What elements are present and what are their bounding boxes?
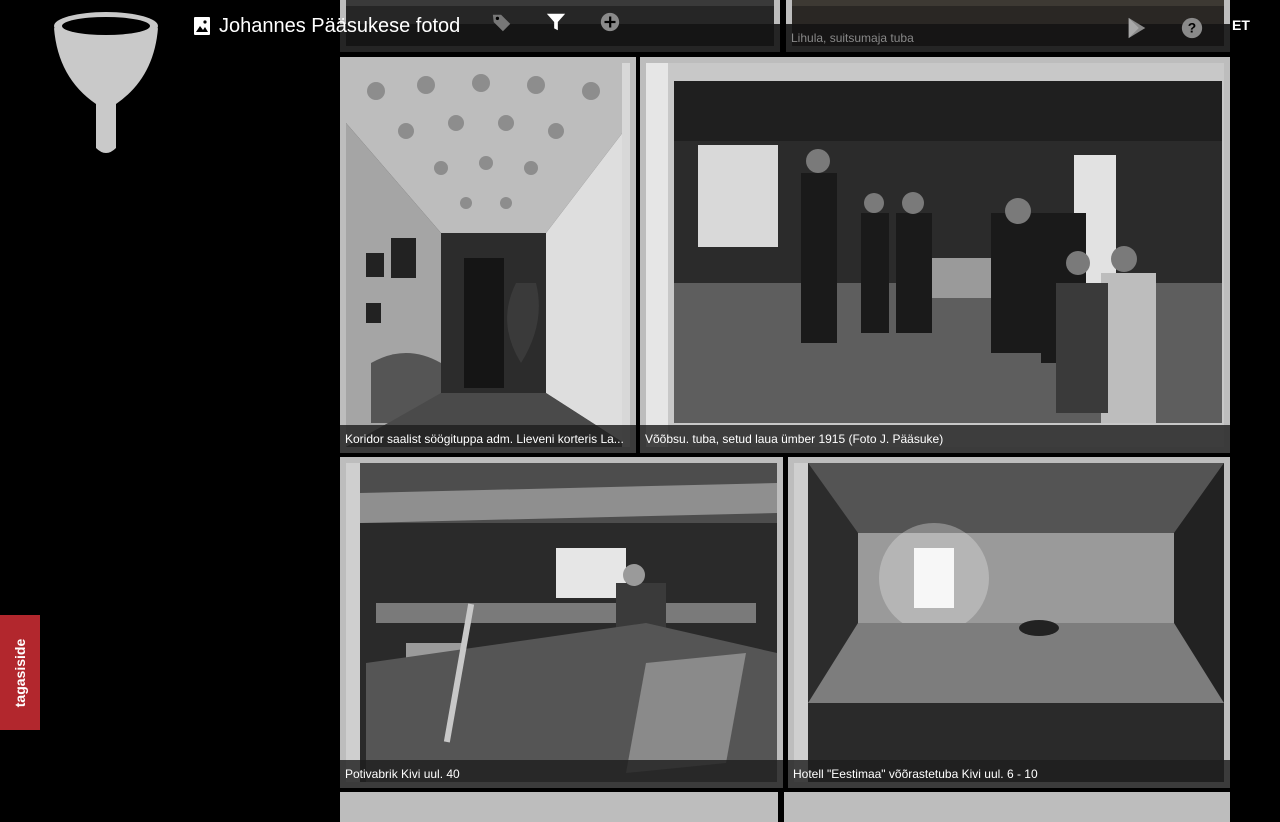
add-icon[interactable]	[598, 10, 622, 34]
photo-caption: Potivabrik Kivi uul. 40	[340, 760, 783, 788]
funnel-logo[interactable]	[48, 8, 164, 158]
photo-tile[interactable]: Koridor saalist söögituppa adm. Lieveni …	[340, 57, 636, 453]
photo-image	[346, 63, 630, 447]
feedback-tab[interactable]: tagasiside	[0, 615, 40, 730]
photo-image	[646, 63, 1224, 447]
photo-tile[interactable]: Lihula, suitsumaja tuba	[786, 0, 1230, 52]
svg-text:?: ?	[1188, 20, 1196, 36]
photo-image	[794, 463, 1224, 782]
language-selector[interactable]: ET	[1232, 17, 1250, 33]
photo-tile[interactable]	[784, 792, 1230, 822]
play-store-icon[interactable]	[1124, 15, 1150, 41]
feedback-label: tagasiside	[12, 638, 29, 707]
tag-icon[interactable]	[490, 11, 514, 35]
album-icon	[193, 17, 211, 35]
filter-icon[interactable]	[544, 10, 568, 34]
photo-tile[interactable]: Võõbsu. tuba, setud laua ümber 1915 (Fot…	[640, 57, 1230, 453]
album-title-text: Johannes Pääsukese fotod	[219, 14, 461, 37]
photo-image	[346, 463, 777, 782]
help-icon[interactable]: ?	[1179, 15, 1205, 41]
photo-tile[interactable]: Hotell "Eestimaa" võõrastetuba Kivi uul.…	[788, 457, 1230, 788]
photo-caption: Koridor saalist söögituppa adm. Lieveni …	[340, 425, 636, 453]
photo-tile[interactable]	[340, 792, 778, 822]
photo-caption: Hotell "Eestimaa" võõrastetuba Kivi uul.…	[788, 760, 1230, 788]
photo-caption: Võõbsu. tuba, setud laua ümber 1915 (Fot…	[640, 425, 1230, 453]
album-title[interactable]: Johannes Pääsukese fotod	[193, 12, 460, 40]
photo-tile[interactable]: Potivabrik Kivi uul. 40	[340, 457, 783, 788]
photo-caption: Lihula, suitsumaja tuba	[786, 24, 1230, 52]
